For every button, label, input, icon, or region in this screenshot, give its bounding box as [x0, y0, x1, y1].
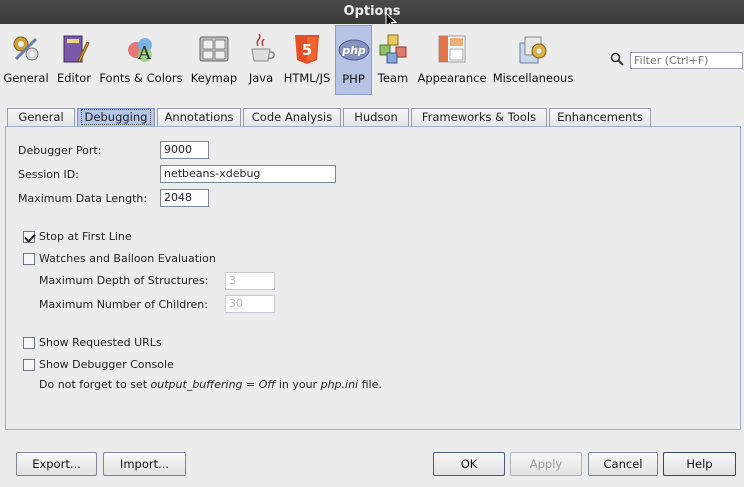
show-requested-urls-label[interactable]: Show Requested URLs [39, 336, 162, 349]
tab-debugging[interactable]: Debugging [77, 108, 155, 126]
note-file: php.ini [320, 378, 359, 391]
tab-code-analysis[interactable]: Code Analysis [243, 108, 341, 126]
export-button[interactable]: Export... [16, 452, 97, 476]
tab-general[interactable]: General [7, 108, 75, 126]
watches-balloon-checkbox[interactable] [23, 253, 35, 265]
note-suffix: file. [358, 378, 382, 391]
java-icon [251, 33, 275, 62]
category-php[interactable]: php PHP [335, 25, 372, 95]
category-label: General [3, 71, 49, 85]
help-button[interactable]: Help [663, 452, 736, 476]
ok-button[interactable]: OK [433, 452, 505, 476]
stop-at-first-line-label[interactable]: Stop at First Line [39, 230, 132, 243]
category-label: PHP [342, 72, 365, 86]
debugger-port-label: Debugger Port: [18, 144, 102, 157]
svg-text:A: A [137, 43, 152, 64]
tab-hudson[interactable]: Hudson [343, 108, 409, 126]
category-miscellaneous[interactable]: Miscellaneous [491, 25, 575, 95]
note-setting: output_buffering = Off [150, 378, 276, 391]
max-depth-label: Maximum Depth of Structures: [39, 274, 209, 287]
note-mid: in your [275, 378, 321, 391]
output-buffering-note: Do not forget to set output_buffering = … [39, 378, 382, 391]
stop-at-first-line-checkbox[interactable] [23, 231, 35, 243]
category-label: HTML/JS [283, 71, 331, 85]
tab-label: General [18, 110, 64, 124]
max-data-length-label: Maximum Data Length: [18, 192, 148, 205]
tab-label: Enhancements [557, 110, 643, 124]
category-html-js[interactable]: 5 HTML/JS [282, 25, 332, 95]
note-prefix: Do not forget to set [39, 378, 151, 391]
import-button[interactable]: Import... [103, 452, 186, 476]
html5-icon: 5 [295, 35, 319, 64]
category-label: Miscellaneous [492, 71, 574, 85]
category-appearance[interactable]: Appearance [415, 25, 489, 95]
general-gears-icon [13, 36, 39, 61]
editor-icon [63, 35, 90, 63]
category-keymap[interactable]: Keymap [188, 25, 240, 95]
tab-label: Annotations [164, 110, 234, 124]
category-label: Fonts & Colors [99, 71, 183, 85]
category-label: Keymap [190, 71, 238, 85]
tab-label: Hudson [354, 110, 398, 124]
show-debugger-console-label[interactable]: Show Debugger Console [39, 358, 174, 371]
session-id-field[interactable]: netbeans-xdebug [160, 165, 336, 183]
show-debugger-console-checkbox[interactable] [23, 359, 35, 371]
max-data-length-field[interactable]: 2048 [160, 189, 209, 207]
team-icon [379, 34, 407, 64]
tab-label: Frameworks & Tools [421, 110, 537, 124]
show-requested-urls-checkbox[interactable] [23, 337, 35, 349]
tab-frameworks-tools[interactable]: Frameworks & Tools [411, 108, 547, 126]
tab-label: Code Analysis [251, 110, 333, 124]
debugger-port-field[interactable]: 9000 [160, 141, 209, 159]
tab-enhancements[interactable]: Enhancements [549, 108, 651, 126]
options-category-toolbar: General Editor A Fonts & Colors Keymap J… [0, 24, 744, 96]
max-depth-field[interactable]: 3 [225, 272, 275, 290]
search-icon [610, 52, 624, 66]
watches-balloon-label[interactable]: Watches and Balloon Evaluation [39, 252, 216, 265]
category-team[interactable]: Team [374, 25, 412, 95]
category-fonts-colors[interactable]: A Fonts & Colors [96, 25, 186, 95]
svg-text:php: php [341, 44, 366, 57]
apply-button[interactable]: Apply [510, 452, 582, 476]
window-title: Options [0, 0, 744, 24]
keymap-icon [199, 36, 229, 62]
svg-text:5: 5 [302, 41, 312, 59]
fonts-colors-icon: A [128, 38, 152, 64]
session-id-label: Session ID: [18, 168, 79, 181]
category-label: Editor [56, 71, 92, 85]
category-label: Java [248, 71, 274, 85]
category-label: Team [377, 71, 409, 85]
appearance-icon [438, 35, 466, 63]
category-label: Appearance [417, 71, 487, 85]
miscellaneous-icon [519, 36, 547, 64]
tab-annotations[interactable]: Annotations [157, 108, 241, 126]
category-java[interactable]: Java [243, 25, 279, 95]
max-children-field[interactable]: 30 [225, 295, 275, 313]
debugging-panel: Debugger Port: 9000 Session ID: netbeans… [5, 126, 741, 430]
tab-label: Debugging [80, 109, 152, 125]
max-children-label: Maximum Number of Children: [39, 298, 208, 311]
category-editor[interactable]: Editor [53, 25, 95, 95]
filter-input[interactable] [630, 52, 743, 69]
php-icon: php [338, 39, 369, 61]
category-general[interactable]: General [2, 25, 50, 95]
cancel-button[interactable]: Cancel [588, 452, 658, 476]
